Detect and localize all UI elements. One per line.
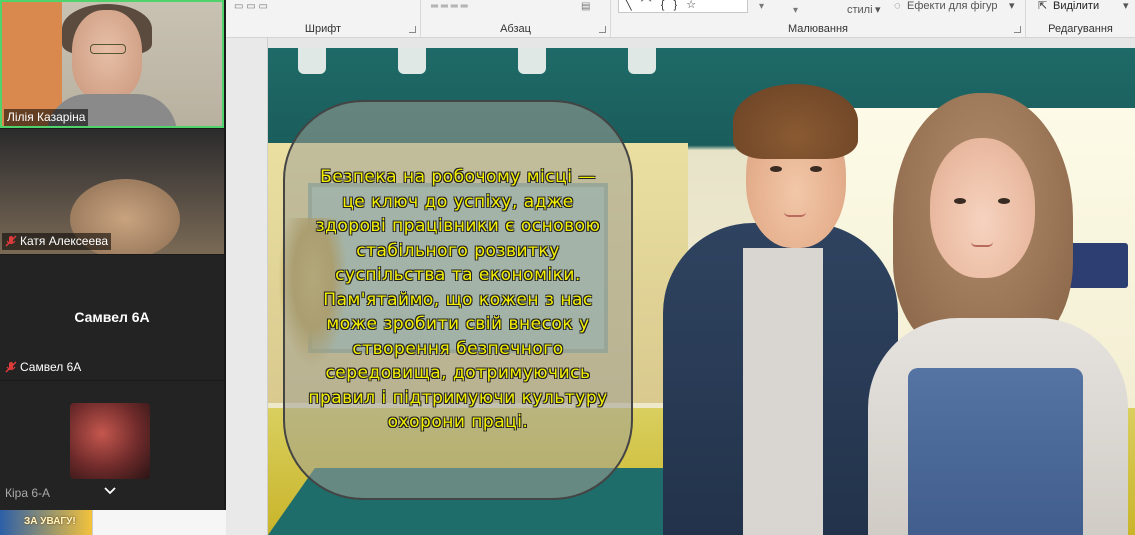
screen: ▭ ▭ ▭ Шрифт ═ ═ ═ ═ ▤ Абзац ╲ ⌒ { } ☆ ▾ … (0, 0, 1135, 535)
quote-text: Безпека на робочому місці — це ключ до у… (308, 167, 608, 433)
select-button[interactable]: Виділити (1053, 0, 1099, 12)
alignment-icons[interactable]: ═ ═ ═ ═ (431, 2, 468, 12)
font-controls-icon[interactable]: ▭ ▭ ▭ (234, 2, 268, 12)
participant-name-tag: Катя Алексеева (2, 233, 112, 250)
girl-overalls (908, 368, 1083, 535)
avatar (70, 403, 150, 479)
participant-tile[interactable]: Кіра 6-А (0, 381, 224, 510)
participant-name: Лілія Казаріна (4, 109, 89, 126)
cursor-icon: ⇱ (1038, 0, 1048, 12)
girl-face (930, 138, 1035, 278)
font-group-label: Шрифт (304, 23, 342, 35)
paragraph-group-label: Абзац (500, 23, 531, 35)
thanks-banner-text: ЗА УВАГУ! (24, 516, 76, 527)
drawing-group: ╲ ⌒ { } ☆ ▾ ▾ стилі ▾ ◌ Ефекти для фігур… (611, 0, 1026, 38)
editing-group: ⇱ Виділити ▾ Редагування (1026, 0, 1135, 38)
eye (954, 198, 966, 204)
eye (998, 198, 1010, 204)
boy-shirt (743, 248, 823, 535)
text-direction-icon[interactable]: ▤ (581, 2, 590, 12)
participant-face (72, 10, 142, 100)
quote-textbox[interactable]: Безпека на робочому місці — це ключ до у… (283, 100, 633, 500)
slide-editor: Безпека на робочому місці — це ключ до у… (226, 38, 1135, 535)
paragraph-dialog-launcher-icon[interactable] (599, 26, 606, 33)
ceiling-lamp (628, 48, 656, 74)
notes-area (92, 510, 226, 535)
participant-name: Самвел 6А (20, 360, 82, 374)
participant-display-name: Самвел 6А (74, 309, 150, 325)
arrange-dropdown-icon[interactable]: ▾ (793, 6, 798, 16)
participant-name: Катя Алексеева (20, 234, 109, 248)
video-call-panel: Лілія Казаріна Катя Алексеева Самвел 6А … (0, 0, 226, 510)
current-slide[interactable]: Безпека на робочому місці — це ключ до у… (268, 48, 1135, 535)
ceiling-lamp (398, 48, 426, 74)
participant-name: Кіра 6-А (5, 486, 51, 500)
shape-effects-button[interactable]: Ефекти для фігур (907, 0, 998, 12)
participant-name-tag: Самвел 6А (2, 359, 84, 376)
glasses (90, 44, 126, 54)
editing-group-label: Редагування (1048, 23, 1113, 35)
ceiling-lamp (298, 48, 326, 74)
participant-tile[interactable]: Самвел 6А Самвел 6А (0, 255, 224, 380)
participant-tile[interactable]: Лілія Казаріна (0, 0, 224, 128)
drawing-group-label: Малювання (787, 23, 849, 35)
gallery-scroll-icon[interactable]: ▾ (759, 2, 764, 12)
mouth (971, 242, 993, 247)
select-dropdown-icon[interactable]: ▾ (1123, 0, 1129, 12)
eye (770, 166, 782, 172)
mic-off-icon (5, 361, 17, 373)
shape-effects-dropdown-icon[interactable]: ▾ (1009, 0, 1015, 12)
background-monitor (1068, 243, 1128, 288)
participant-tile[interactable]: Катя Алексеева (0, 129, 224, 254)
shape-effects-icon: ◌ (894, 0, 901, 12)
font-group: ▭ ▭ ▭ Шрифт (226, 0, 421, 38)
thanks-slide-thumbnail[interactable]: ЗА УВАГУ! (0, 510, 92, 535)
powerpoint-ribbon: ▭ ▭ ▭ Шрифт ═ ═ ═ ═ ▤ Абзац ╲ ⌒ { } ☆ ▾ … (226, 0, 1135, 38)
quick-styles-button[interactable]: стилі (847, 4, 873, 16)
boy-hair (733, 84, 858, 159)
ceiling-lamp (518, 48, 546, 74)
paragraph-group: ═ ═ ═ ═ ▤ Абзац (421, 0, 611, 38)
drawing-dialog-launcher-icon[interactable] (1014, 26, 1021, 33)
font-dialog-launcher-icon[interactable] (409, 26, 416, 33)
chevron-down-icon[interactable] (104, 485, 116, 497)
slide-thumbnail-strip[interactable] (226, 38, 268, 535)
shapes-gallery[interactable]: ╲ ⌒ { } ☆ (618, 0, 748, 13)
quick-styles-dropdown-icon[interactable]: ▾ (875, 4, 881, 16)
mouth (784, 212, 806, 217)
eye (810, 166, 822, 172)
mic-off-icon (5, 235, 17, 247)
